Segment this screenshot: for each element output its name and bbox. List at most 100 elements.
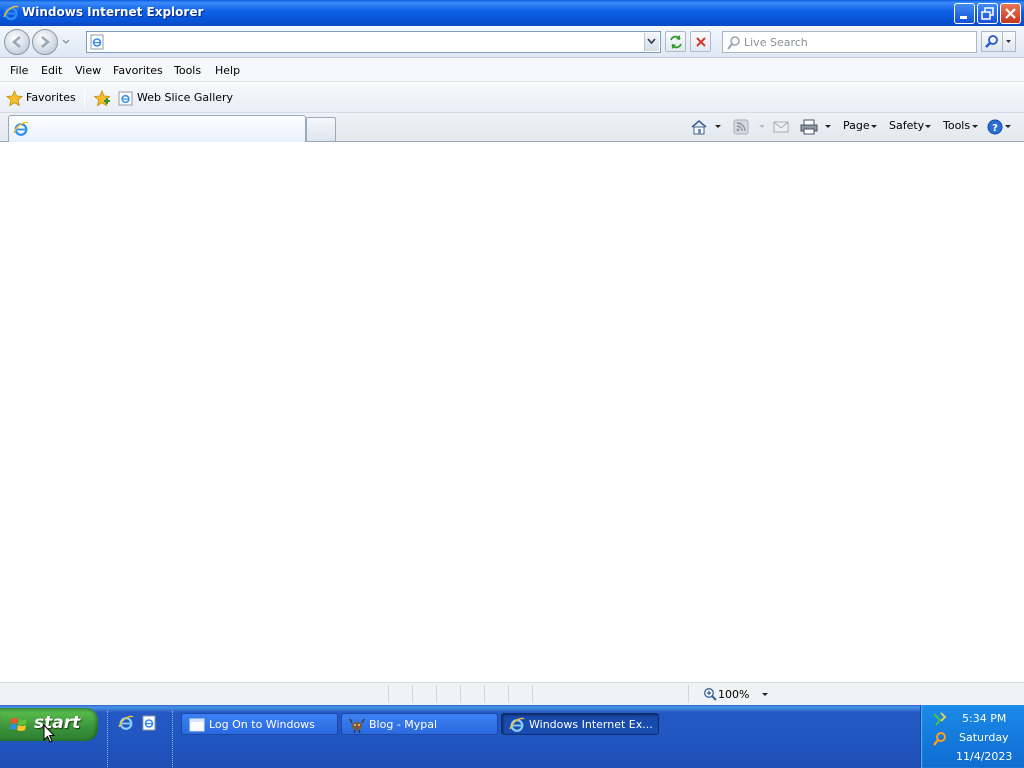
status-pane: [532, 685, 688, 703]
address-toolbar: [0, 26, 1024, 58]
taskbar-button-mypal[interactable]: Blog - Mypal: [341, 713, 498, 735]
search-field[interactable]: [722, 31, 977, 53]
taskbar-button-internet-explorer[interactable]: Windows Internet Ex...: [501, 713, 659, 735]
search-icon: [727, 36, 740, 50]
menu-view[interactable]: View: [75, 64, 101, 77]
stop-icon: [696, 37, 706, 47]
page-content-area[interactable]: [0, 143, 1024, 682]
favorites-star-icon[interactable]: [6, 90, 23, 107]
svg-text:?: ?: [992, 123, 998, 134]
windows-flag-icon: [10, 718, 27, 731]
close-icon: [1005, 8, 1016, 19]
restore-icon: [981, 7, 994, 20]
print-icon[interactable]: [800, 119, 818, 135]
new-tab-button[interactable]: [306, 117, 336, 141]
minimize-icon: [960, 16, 967, 19]
forward-button[interactable]: [32, 29, 58, 55]
divider: [84, 89, 85, 108]
menu-edit[interactable]: Edit: [41, 64, 62, 77]
quicklaunch-divider: [107, 711, 109, 768]
feeds-icon[interactable]: [733, 119, 749, 135]
print-dropdown-arrow[interactable]: [825, 125, 831, 128]
tools-menu[interactable]: Tools: [943, 119, 970, 132]
taskbar-button-label: Blog - Mypal: [369, 718, 438, 731]
internet-explorer-icon: [13, 121, 29, 136]
window-icon: [189, 718, 205, 732]
page-dropdown-arrow[interactable]: [871, 125, 877, 128]
internet-explorer-icon: [3, 5, 19, 21]
status-bar: 100%: [0, 682, 1024, 705]
menu-file[interactable]: File: [10, 64, 28, 77]
status-pane: [388, 685, 412, 703]
zoom-icon[interactable]: [703, 687, 717, 701]
back-arrow-icon: [12, 36, 21, 48]
taskbar: start Log On to Windows Blog - Mypal Win…: [0, 705, 1024, 768]
minimize-button[interactable]: [954, 3, 975, 24]
system-tray: 5:34 PM Saturday 11/4/2023: [920, 705, 1024, 768]
quicklaunch-divider: [172, 711, 174, 768]
magnifier-icon: [985, 35, 998, 48]
chevron-down-icon: [647, 38, 656, 45]
ie-page-quicklaunch-icon[interactable]: [141, 715, 157, 731]
search-tray-icon[interactable]: [932, 731, 948, 747]
home-dropdown-arrow[interactable]: [715, 125, 721, 128]
network-status-icon[interactable]: [932, 711, 948, 727]
tab-current[interactable]: [8, 115, 306, 142]
status-pane: [436, 685, 460, 703]
chevron-down-icon: [1006, 40, 1011, 43]
taskbar-button-label: Log On to Windows: [209, 718, 315, 731]
recent-pages-dropdown[interactable]: [60, 36, 72, 48]
internet-explorer-icon: [509, 717, 525, 732]
refresh-icon: [670, 35, 682, 49]
mouse-cursor-icon: [43, 724, 55, 743]
clock-date: 11/4/2023: [956, 750, 1013, 763]
status-pane: [484, 685, 508, 703]
safety-dropdown-arrow[interactable]: [925, 125, 931, 128]
forward-arrow-icon: [41, 36, 50, 48]
address-field[interactable]: [86, 31, 661, 53]
web-slice-gallery-link[interactable]: Web Slice Gallery: [137, 91, 233, 104]
zoom-dropdown-arrow[interactable]: [762, 693, 768, 696]
favorites-button[interactable]: Favorites: [26, 91, 76, 104]
back-button[interactable]: [4, 29, 30, 55]
home-icon[interactable]: [690, 119, 708, 135]
page-icon: [90, 34, 104, 50]
help-icon[interactable]: ?: [987, 119, 1003, 135]
close-button[interactable]: [1000, 3, 1021, 24]
clock-time[interactable]: 5:34 PM: [962, 712, 1006, 725]
status-pane: [508, 685, 532, 703]
page-menu[interactable]: Page: [843, 119, 870, 132]
status-pane: [412, 685, 436, 703]
taskbar-button-label: Windows Internet Ex...: [529, 718, 653, 731]
clock-day: Saturday: [959, 731, 1009, 744]
menu-bar: File Edit View Favorites Tools Help: [0, 59, 1024, 82]
menu-favorites[interactable]: Favorites: [113, 64, 163, 77]
feeds-dropdown-arrow: [759, 125, 765, 128]
internet-explorer-quicklaunch-icon[interactable]: [118, 715, 134, 731]
window-title: Windows Internet Explorer: [22, 5, 204, 19]
favorites-bar: Favorites Web Slice Gallery: [0, 83, 1024, 113]
search-input[interactable]: [744, 33, 969, 51]
menu-tools[interactable]: Tools: [174, 64, 201, 77]
status-pane: [460, 685, 484, 703]
add-to-favorites-icon[interactable]: [93, 89, 112, 108]
title-bar[interactable]: Windows Internet Explorer: [0, 0, 1024, 26]
mail-icon[interactable]: [773, 119, 789, 135]
mypal-icon: [349, 718, 365, 733]
search-options-button[interactable]: [1003, 31, 1016, 52]
zoom-level[interactable]: 100%: [718, 688, 749, 701]
tab-row: Page Safety Tools ?: [0, 113, 1024, 142]
restore-button[interactable]: [977, 3, 998, 24]
tools-dropdown-arrow[interactable]: [972, 125, 978, 128]
address-dropdown-button[interactable]: [644, 33, 659, 51]
refresh-button[interactable]: [665, 31, 686, 52]
menu-help[interactable]: Help: [215, 64, 240, 77]
web-slice-gallery-icon: [118, 91, 133, 106]
start-label: start: [34, 713, 81, 733]
safety-menu[interactable]: Safety: [889, 119, 924, 132]
taskbar-button-log-on[interactable]: Log On to Windows: [181, 713, 338, 735]
url-input[interactable]: [108, 33, 638, 51]
help-dropdown-arrow[interactable]: [1005, 125, 1011, 128]
search-go-button[interactable]: [981, 31, 1003, 52]
stop-button[interactable]: [690, 31, 711, 52]
